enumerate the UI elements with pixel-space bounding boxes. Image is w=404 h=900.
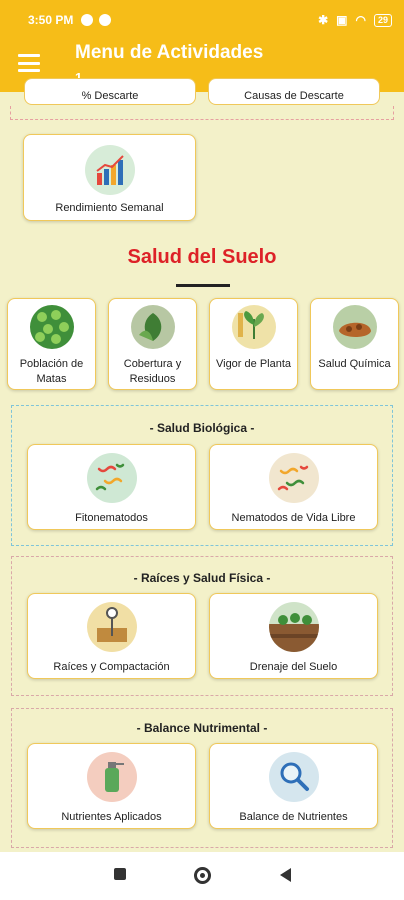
magnifier-icon <box>268 752 319 802</box>
leaf-cover-icon <box>130 305 175 349</box>
free-nematode-icon <box>268 453 319 503</box>
fitonematodos-label: Fitonematodos <box>75 512 148 524</box>
wifi-icon: ◠ <box>355 13 366 27</box>
plant-population-icon <box>29 305 74 349</box>
sim-icon: ▣ <box>336 13 348 27</box>
recent-apps-icon[interactable] <box>114 868 126 880</box>
bar-chart-icon <box>84 145 135 195</box>
page-title: Menu de Actividades <box>75 42 264 63</box>
rendimiento-label: Rendimiento Semanal <box>55 202 164 214</box>
plant-vigor-icon <box>231 305 276 349</box>
cobertura-residuos-card[interactable]: Cobertura y Residuos <box>108 298 197 390</box>
descarte-label: % Descarte <box>81 90 139 102</box>
balance-label: Balance de Nutrientes <box>239 811 348 823</box>
causas-descarte-label: Causas de Descarte <box>244 90 344 102</box>
status-time: 3:50 PM <box>28 13 74 27</box>
group-title-biologica: - Salud Biológica - <box>149 421 255 435</box>
hamburger-menu-icon[interactable] <box>18 54 40 72</box>
salud-quimica-card[interactable]: Salud Química <box>310 298 399 390</box>
soil-chemistry-icon <box>332 305 377 349</box>
group-title-raices: - Raíces y Salud Física - <box>133 571 271 585</box>
fertilizer-icon <box>86 752 137 802</box>
raices-compactacion-card[interactable]: Raíces y Compactación <box>27 593 196 679</box>
section-underline <box>176 284 230 287</box>
nutrientes-aplicados-card[interactable]: Nutrientes Aplicados <box>27 743 196 829</box>
bluetooth-icon: ✱ <box>318 13 329 27</box>
causas-descarte-card[interactable]: Causas de Descarte <box>208 78 380 105</box>
raices-label: Raíces y Compactación <box>53 661 170 673</box>
rendimiento-semanal-card[interactable]: Rendimiento Semanal <box>23 134 196 221</box>
nematodos-vida-libre-label: Nematodos de Vida Libre <box>231 512 356 524</box>
soil-drainage-icon <box>268 602 319 652</box>
fitonematodos-card[interactable]: Fitonematodos <box>27 444 196 530</box>
section-title: Salud del Suelo <box>127 246 277 268</box>
system-navigation-bar <box>0 852 404 900</box>
vigor-planta-card[interactable]: Vigor de Planta <box>209 298 298 390</box>
battery-icon: 29 <box>373 13 392 27</box>
check-icon <box>99 14 112 26</box>
salud-quimica-label: Salud Química <box>318 358 391 370</box>
vigor-label: Vigor de Planta <box>215 358 292 370</box>
nematode-icon <box>86 453 137 503</box>
back-icon[interactable] <box>280 868 291 882</box>
divider <box>10 106 394 120</box>
balance-nutrientes-card[interactable]: Balance de Nutrientes <box>209 743 378 829</box>
drenaje-label: Drenaje del Suelo <box>249 661 338 673</box>
shield-icon <box>81 14 94 26</box>
cobertura-label: Cobertura y Residuos <box>123 358 182 385</box>
drenaje-suelo-card[interactable]: Drenaje del Suelo <box>209 593 378 679</box>
status-bar: 3:50 PM ✱ ▣ ◠ 29 <box>0 0 404 40</box>
descarte-card[interactable]: % Descarte <box>24 78 196 105</box>
poblacion-matas-card[interactable]: Población de Matas <box>7 298 96 390</box>
group-title-balance: - Balance Nutrimental - <box>136 721 268 735</box>
home-icon[interactable] <box>194 867 211 884</box>
penetrometer-icon <box>86 602 137 652</box>
nutrientes-aplicados-label: Nutrientes Aplicados <box>61 811 162 823</box>
nematodos-vida-libre-card[interactable]: Nematodos de Vida Libre <box>209 444 378 530</box>
poblacion-label: Población de Matas <box>19 358 84 385</box>
